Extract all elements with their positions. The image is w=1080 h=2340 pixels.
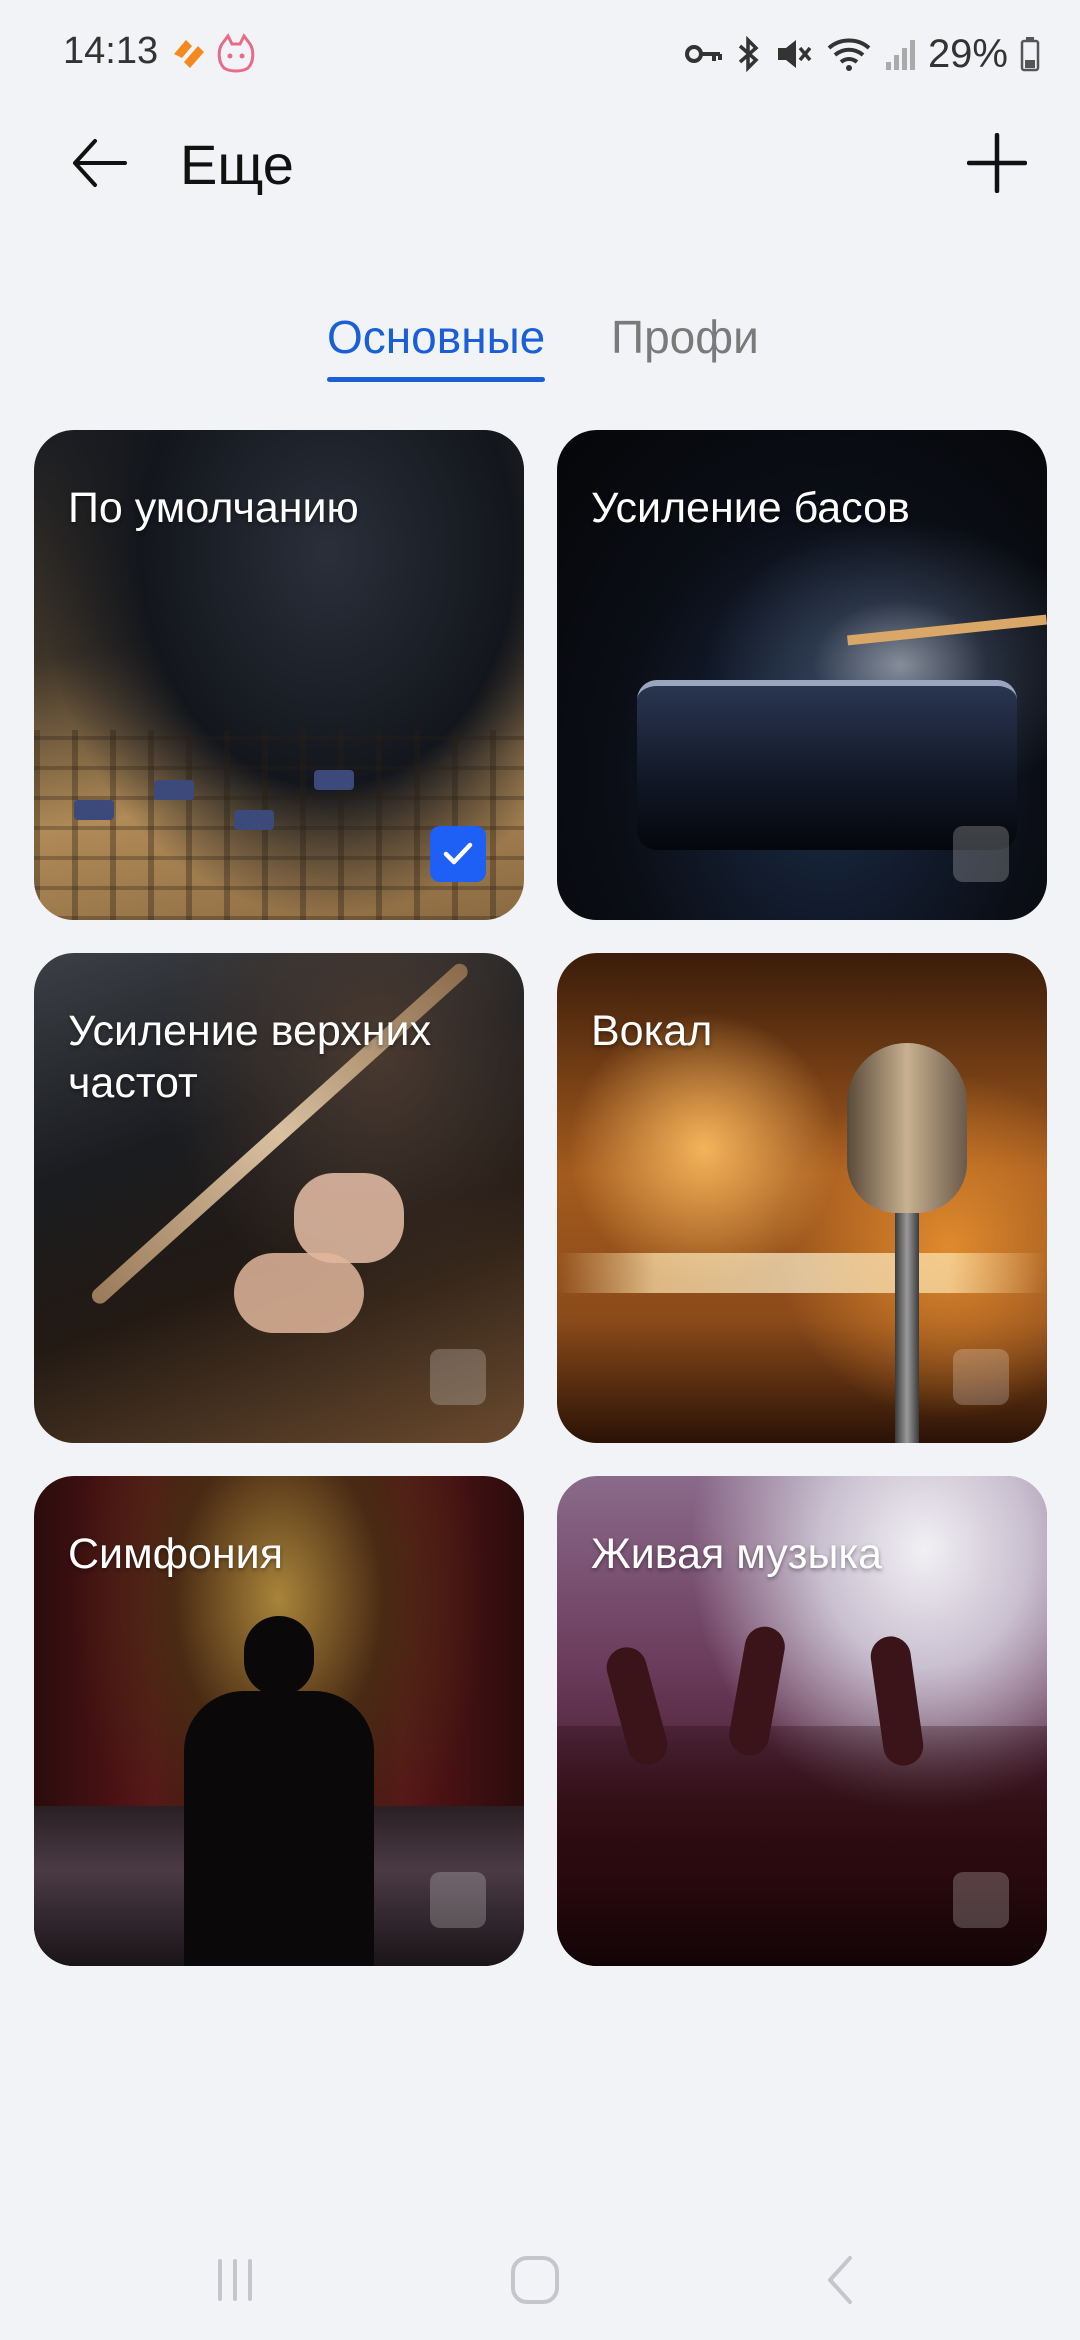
- tab-pro[interactable]: Профи: [611, 310, 759, 364]
- battery-percent: 29%: [927, 31, 1008, 76]
- preset-card-live-music[interactable]: Живая музыка: [557, 1476, 1047, 1966]
- mute-icon: [774, 36, 814, 72]
- notification-app-icon: [166, 32, 210, 76]
- preset-checkbox[interactable]: [430, 1349, 486, 1405]
- preset-card-symphony[interactable]: Симфония: [34, 1476, 524, 1966]
- preset-label: Симфония: [68, 1530, 283, 1578]
- system-navigation-bar: [0, 2220, 1080, 2340]
- recent-apps-icon: [218, 2259, 252, 2301]
- tab-basic[interactable]: Основные: [327, 310, 545, 364]
- preset-checkbox-checked[interactable]: [430, 826, 486, 882]
- active-tab-indicator: [327, 377, 545, 382]
- tab-bar: Основные Профи: [0, 300, 1080, 390]
- preset-card-treble-boost[interactable]: Усиление верхних частот: [34, 953, 524, 1443]
- preset-checkbox[interactable]: [953, 1349, 1009, 1405]
- home-icon: [511, 2256, 559, 2304]
- preset-label: Вокал: [591, 1007, 713, 1055]
- preset-label: Живая музыка: [591, 1530, 883, 1578]
- app-header: Еще: [0, 110, 1080, 220]
- arrow-left-icon: [73, 139, 127, 187]
- preset-checkbox[interactable]: [430, 1872, 486, 1928]
- plus-icon: [967, 133, 1027, 193]
- preset-checkbox[interactable]: [953, 826, 1009, 882]
- bluetooth-icon: [736, 36, 762, 72]
- back-icon: [828, 2256, 852, 2304]
- status-right-icons: 29%: [684, 26, 1040, 82]
- preset-card-bass-boost[interactable]: Усиление басов: [557, 430, 1047, 920]
- status-time: 14:13: [63, 30, 159, 72]
- battery-icon: [1020, 36, 1040, 72]
- page-title: Еще: [180, 133, 294, 196]
- preset-card-vocal[interactable]: Вокал: [557, 953, 1047, 1443]
- preset-label: По умолчанию: [68, 484, 359, 532]
- signal-icon: [884, 36, 916, 72]
- wifi-icon: [826, 36, 872, 72]
- home-button[interactable]: [495, 2240, 575, 2320]
- nav-back-button[interactable]: [800, 2240, 880, 2320]
- recent-apps-button[interactable]: [195, 2240, 275, 2320]
- status-bar: 14:13 29%: [0, 0, 1080, 110]
- preset-card-default[interactable]: По умолчанию: [34, 430, 524, 920]
- checkmark-icon: [443, 842, 473, 865]
- preset-checkbox[interactable]: [953, 1872, 1009, 1928]
- back-button[interactable]: [64, 128, 134, 198]
- add-button[interactable]: [962, 128, 1032, 198]
- preset-label: Усиление басов: [591, 484, 910, 532]
- preset-label: Усиление верхних частот: [68, 1007, 432, 1107]
- key-icon: [684, 39, 724, 69]
- cat-notification-icon: [214, 32, 258, 76]
